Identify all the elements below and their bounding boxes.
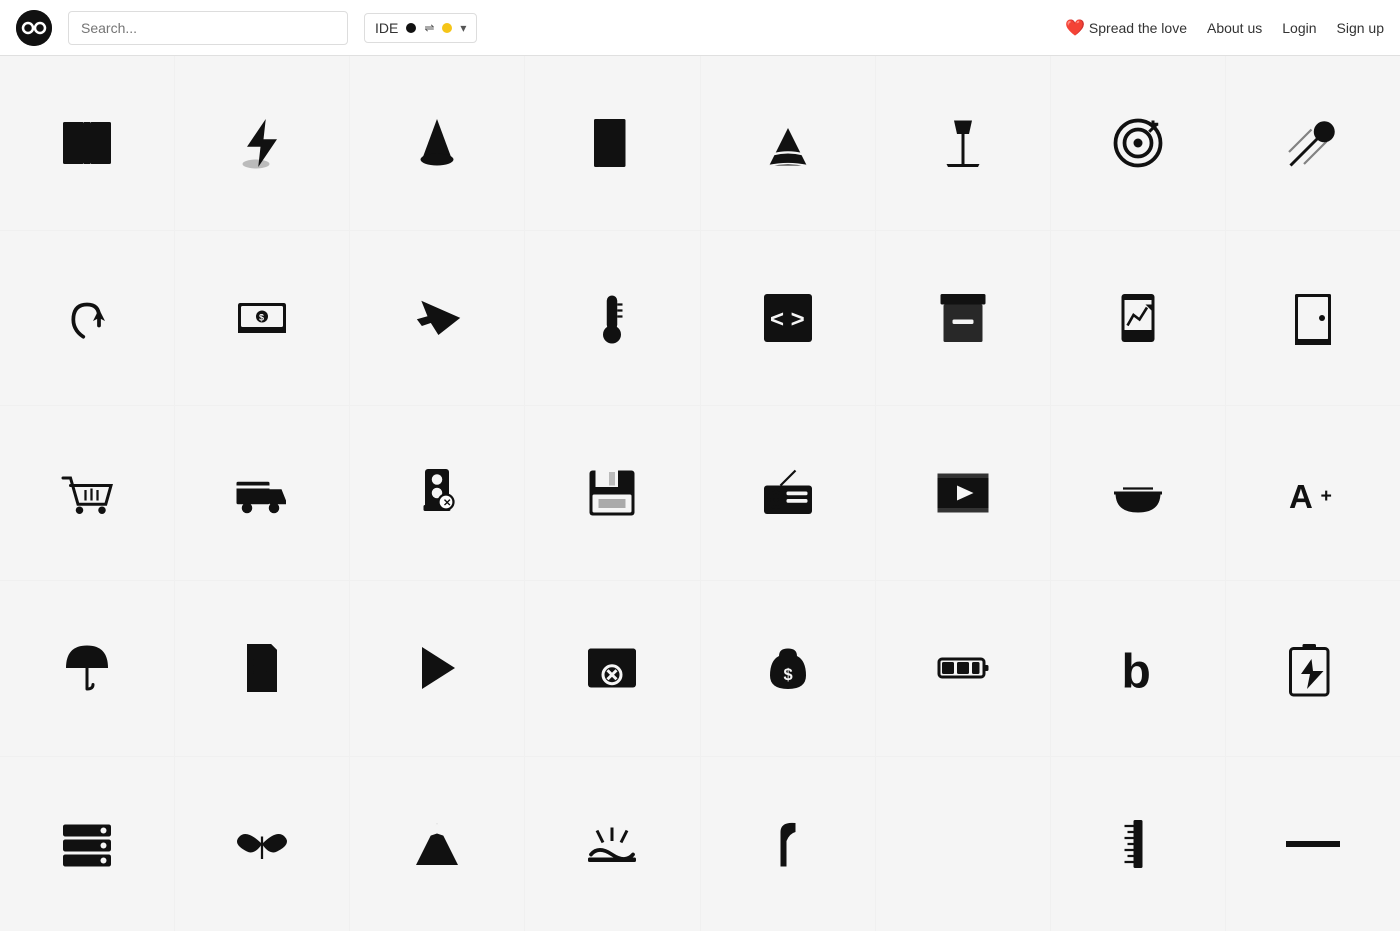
empty-cell-1 — [876, 757, 1050, 931]
letter-b-icon[interactable]: b — [1051, 581, 1225, 755]
door-icon[interactable] — [1226, 231, 1400, 405]
spread-love-button[interactable]: ❤️ Spread the love — [1065, 18, 1187, 38]
heart-icon: ❤️ — [1065, 18, 1085, 38]
svg-text:< >: < > — [770, 306, 805, 333]
mountain-icon[interactable] — [350, 757, 524, 931]
notebook-icon[interactable] — [525, 56, 699, 230]
archive-minus-icon[interactable] — [876, 231, 1050, 405]
butterfly-icon[interactable] — [175, 757, 349, 931]
spread-love-label: Spread the love — [1089, 20, 1187, 36]
logo-icon — [16, 10, 52, 46]
svg-text:+: + — [1320, 485, 1331, 507]
battery-medium-icon[interactable] — [876, 581, 1050, 755]
chevron-down-icon: ▾ — [460, 21, 466, 35]
height-ruler-icon[interactable] — [1051, 757, 1225, 931]
video-player-icon[interactable] — [876, 406, 1050, 580]
battery-charging-icon[interactable] — [1226, 581, 1400, 755]
svg-text:A: A — [1289, 478, 1313, 515]
lightning-power-icon[interactable] — [175, 56, 349, 230]
swipe-up-icon[interactable] — [0, 231, 174, 405]
money-bag-icon[interactable]: $ — [701, 581, 875, 755]
umbrella-icon[interactable] — [0, 581, 174, 755]
mobile-stats-icon[interactable] — [1051, 231, 1225, 405]
font-size-up-icon[interactable]: A+ — [1226, 406, 1400, 580]
book-open-icon[interactable] — [0, 56, 174, 230]
traffic-light-error-icon[interactable]: ✕ — [350, 406, 524, 580]
wizard-hat-icon[interactable] — [350, 56, 524, 230]
play-button-icon[interactable] — [350, 581, 524, 755]
svg-text:b: b — [1121, 646, 1150, 699]
signup-link[interactable]: Sign up — [1337, 20, 1384, 36]
search-input[interactable] — [68, 11, 348, 45]
bowl-icon[interactable] — [1051, 406, 1225, 580]
svg-text:$: $ — [783, 666, 792, 684]
document-text-icon[interactable] — [175, 581, 349, 755]
dot-black-icon — [406, 23, 416, 33]
airplane-icon[interactable] — [350, 231, 524, 405]
header-nav: ❤️ Spread the love About us Login Sign u… — [1065, 18, 1384, 38]
logo[interactable] — [16, 10, 52, 46]
thermometer-icon[interactable] — [525, 231, 699, 405]
knife-icon[interactable] — [701, 757, 875, 931]
meteor-icon[interactable] — [1226, 56, 1400, 230]
code-brackets-icon[interactable]: < > — [701, 231, 875, 405]
app-header: IDE ⇌ ▾ ❤️ Spread the love About us Logi… — [0, 0, 1400, 56]
icon-grid: $ < > ✕ A+ — [0, 56, 1400, 931]
delivery-truck-icon[interactable] — [175, 406, 349, 580]
about-us-link[interactable]: About us — [1207, 20, 1262, 36]
svg-text:✕: ✕ — [443, 498, 451, 509]
svg-text:$: $ — [259, 312, 264, 322]
login-link[interactable]: Login — [1282, 20, 1316, 36]
payment-cash-icon[interactable]: $ — [175, 231, 349, 405]
dot-yellow-icon — [442, 23, 452, 33]
browser-close-icon[interactable] — [525, 581, 699, 755]
filter-label: IDE — [375, 20, 398, 36]
cake-slice-icon[interactable] — [701, 56, 875, 230]
radio-icon[interactable] — [701, 406, 875, 580]
swap-arrows-icon: ⇌ — [424, 21, 434, 35]
target-icon[interactable] — [1051, 56, 1225, 230]
floor-lamp-icon[interactable] — [876, 56, 1050, 230]
wash-icon[interactable] — [525, 757, 699, 931]
divider-line-icon[interactable] — [1226, 757, 1400, 931]
server-icon[interactable] — [0, 757, 174, 931]
floppy-disk-icon[interactable] — [525, 406, 699, 580]
cart-barcode-icon[interactable] — [0, 406, 174, 580]
filter-bar[interactable]: IDE ⇌ ▾ — [364, 13, 477, 43]
